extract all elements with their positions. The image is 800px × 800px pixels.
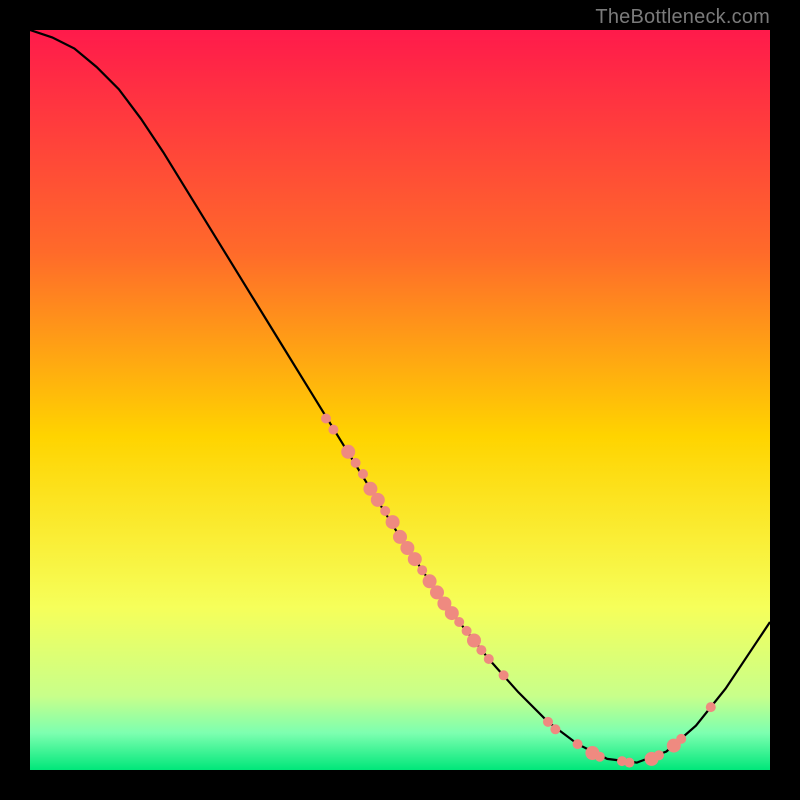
data-point (386, 515, 400, 529)
data-point (454, 617, 464, 627)
data-point (328, 425, 338, 435)
watermark-label: TheBottleneck.com (595, 6, 770, 29)
data-point (408, 552, 422, 566)
data-point (417, 565, 427, 575)
data-point (676, 734, 686, 744)
gradient-background (30, 30, 770, 770)
data-point (321, 414, 331, 424)
data-point (595, 752, 605, 762)
data-point (462, 626, 472, 636)
data-point (654, 750, 664, 760)
data-point (543, 717, 553, 727)
data-point (476, 645, 486, 655)
data-point (371, 493, 385, 507)
data-point (573, 739, 583, 749)
data-point (351, 458, 361, 468)
chart-frame: TheBottleneck.com (0, 0, 800, 800)
data-point (624, 758, 634, 768)
data-point (380, 506, 390, 516)
plot-area (30, 30, 770, 770)
data-point (467, 634, 481, 648)
data-point (484, 654, 494, 664)
data-point (341, 445, 355, 459)
data-point (550, 724, 560, 734)
data-point (499, 670, 509, 680)
chart-svg (30, 30, 770, 770)
data-point (706, 702, 716, 712)
data-point (358, 469, 368, 479)
